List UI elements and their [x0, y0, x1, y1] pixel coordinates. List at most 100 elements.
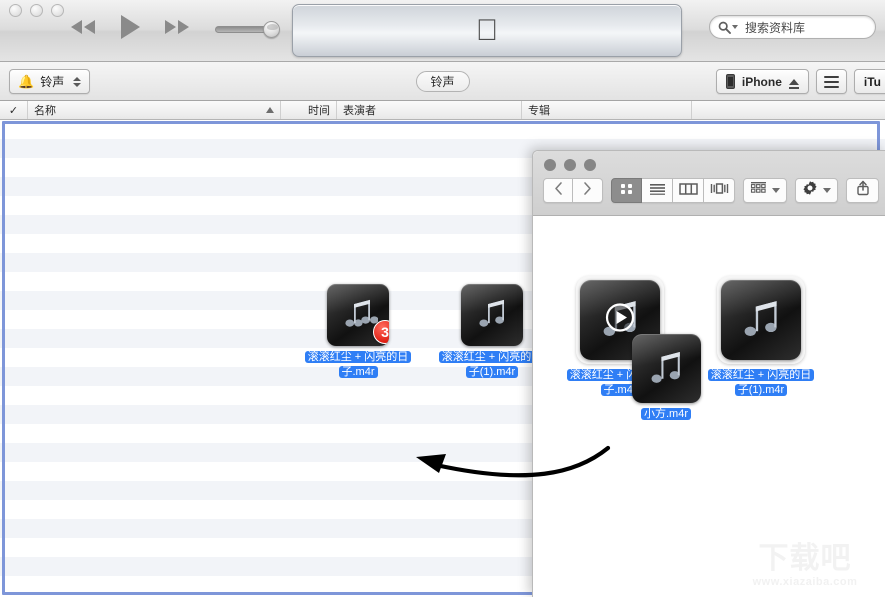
finder-file-2-label-line1: 滚滚红尘 + 闪亮的日	[708, 369, 815, 381]
checkmark-icon: ✓	[9, 104, 18, 117]
share-icon	[856, 180, 870, 201]
finder-window: 滚滚红尘 + 闪亮的日 子.m4r	[532, 150, 885, 597]
view-mode-group	[611, 178, 735, 203]
play-button[interactable]	[113, 12, 147, 42]
column-header-artist[interactable]: 表演者	[337, 101, 522, 119]
chevron-right-icon	[582, 181, 593, 201]
finder-file-2-label-line2: 子(1).m4r	[735, 384, 787, 396]
transport-controls	[66, 12, 194, 42]
itunes-store-button[interactable]: iTu	[854, 69, 885, 94]
volume-knob[interactable]	[263, 21, 280, 38]
fast-forward-button[interactable]	[160, 12, 194, 42]
zoom-button[interactable]	[584, 159, 596, 171]
itunes-traffic-lights	[9, 4, 64, 17]
chevron-updown-icon[interactable]	[73, 77, 81, 87]
arrange-button[interactable]	[743, 178, 787, 203]
action-button[interactable]	[795, 178, 838, 203]
arrange-icon	[750, 181, 767, 200]
sort-ascending-icon	[266, 107, 274, 113]
finder-file-area[interactable]: 滚滚红尘 + 闪亮的日 子.m4r	[533, 216, 885, 597]
list-view-button[interactable]	[642, 178, 673, 203]
music-file-icon	[721, 280, 801, 360]
column-header-time-label: 时间	[308, 102, 330, 118]
rewind-icon	[69, 19, 97, 35]
itunes-right-toolbar-group: iPhone iTu	[716, 69, 885, 94]
itunes-store-label: iTu	[864, 75, 881, 89]
column-header-spacer	[692, 101, 885, 119]
watermark: 下载吧 www.xiazaiba.com	[729, 539, 881, 593]
file-icon-frame	[717, 276, 805, 364]
dragged-item-2-label-line2: 子(1).m4r	[466, 366, 518, 378]
volume-slider[interactable]	[215, 21, 281, 37]
dragged-item-1-label: 滚滚红尘 + 闪亮的日 子.m4r	[297, 350, 419, 380]
coverflow-view-icon	[710, 182, 729, 200]
search-field[interactable]: 搜索资料库	[709, 15, 876, 39]
itunes-secondary-toolbar: 🔔 铃声 铃声 iPhone	[0, 62, 885, 101]
screenshot-root:  搜索资料库 🔔 铃声	[0, 0, 885, 597]
source-selector-button[interactable]: 🔔 铃声	[9, 69, 90, 94]
list-view-icon	[649, 182, 666, 200]
dragged-item-1-label-line2: 子.m4r	[339, 366, 378, 378]
navigation-group	[543, 178, 603, 203]
music-note-icon	[472, 293, 512, 338]
track-row[interactable]	[0, 120, 885, 139]
search-input[interactable]: 搜索资料库	[745, 19, 805, 36]
list-menu-icon	[824, 76, 839, 78]
close-button[interactable]	[544, 159, 556, 171]
column-view-button[interactable]	[673, 178, 704, 203]
apple-logo: 	[476, 16, 499, 46]
device-button[interactable]: iPhone	[716, 69, 809, 94]
minimize-button[interactable]	[30, 4, 43, 17]
chevron-down-icon	[772, 188, 780, 193]
column-view-icon	[679, 182, 698, 200]
column-header-album[interactable]: 专辑	[522, 101, 692, 119]
icon-view-button[interactable]	[611, 178, 642, 203]
bell-icon: 🔔	[18, 75, 34, 88]
music-file-icon	[461, 284, 523, 346]
view-mode-pill[interactable]: 铃声	[415, 71, 469, 92]
finder-file-3-dragging[interactable]: 小方.m4r	[611, 334, 721, 422]
source-selector-label: 铃声	[40, 73, 64, 90]
iphone-icon	[726, 74, 735, 89]
track-list-column-headers: ✓ 名称 时间 表演者 专辑	[0, 101, 885, 120]
chevron-left-icon	[553, 181, 564, 201]
column-header-name-label: 名称	[34, 102, 56, 118]
close-button[interactable]	[9, 4, 22, 17]
column-header-checkbox[interactable]: ✓	[0, 101, 28, 119]
music-note-icon	[643, 343, 689, 394]
watermark-title: 下载吧	[759, 544, 852, 574]
dragged-item-2-label-line1: 滚滚红尘 + 闪亮的日	[439, 351, 546, 363]
rewind-button[interactable]	[66, 12, 100, 42]
search-scope-caret-icon[interactable]	[732, 25, 738, 29]
back-button[interactable]	[543, 178, 573, 203]
dragged-item-1[interactable]: 3 滚滚红尘 + 闪亮的日 子.m4r	[297, 284, 419, 380]
finder-traffic-lights	[544, 159, 596, 171]
eject-icon[interactable]	[789, 79, 799, 85]
column-header-time[interactable]: 时间	[281, 101, 337, 119]
finder-titlebar	[533, 151, 885, 216]
minimize-button[interactable]	[564, 159, 576, 171]
play-icon	[118, 14, 142, 40]
coverflow-view-button[interactable]	[704, 178, 735, 203]
device-label: iPhone	[742, 75, 782, 89]
music-file-icon: 3	[327, 284, 389, 346]
music-note-icon	[735, 292, 787, 349]
music-note-icon	[338, 293, 378, 338]
finder-file-3-label: 小方.m4r	[611, 407, 721, 422]
forward-button[interactable]	[573, 178, 603, 203]
itunes-titlebar:  搜索资料库	[0, 0, 885, 62]
list-menu-button[interactable]	[816, 69, 847, 94]
music-file-icon	[632, 334, 701, 403]
itunes-status-display: 	[292, 4, 682, 57]
search-icon	[718, 21, 738, 34]
column-header-artist-label: 表演者	[343, 102, 376, 118]
column-header-name[interactable]: 名称	[28, 101, 281, 119]
play-overlay-icon[interactable]	[605, 303, 635, 338]
column-header-album-label: 专辑	[528, 102, 550, 118]
view-mode-pill-label: 铃声	[430, 73, 454, 90]
zoom-button[interactable]	[51, 4, 64, 17]
icon-view-icon	[619, 182, 634, 200]
share-button[interactable]	[846, 178, 879, 203]
chevron-down-icon	[823, 188, 831, 193]
dragged-item-1-label-line1: 滚滚红尘 + 闪亮的日	[305, 351, 412, 363]
